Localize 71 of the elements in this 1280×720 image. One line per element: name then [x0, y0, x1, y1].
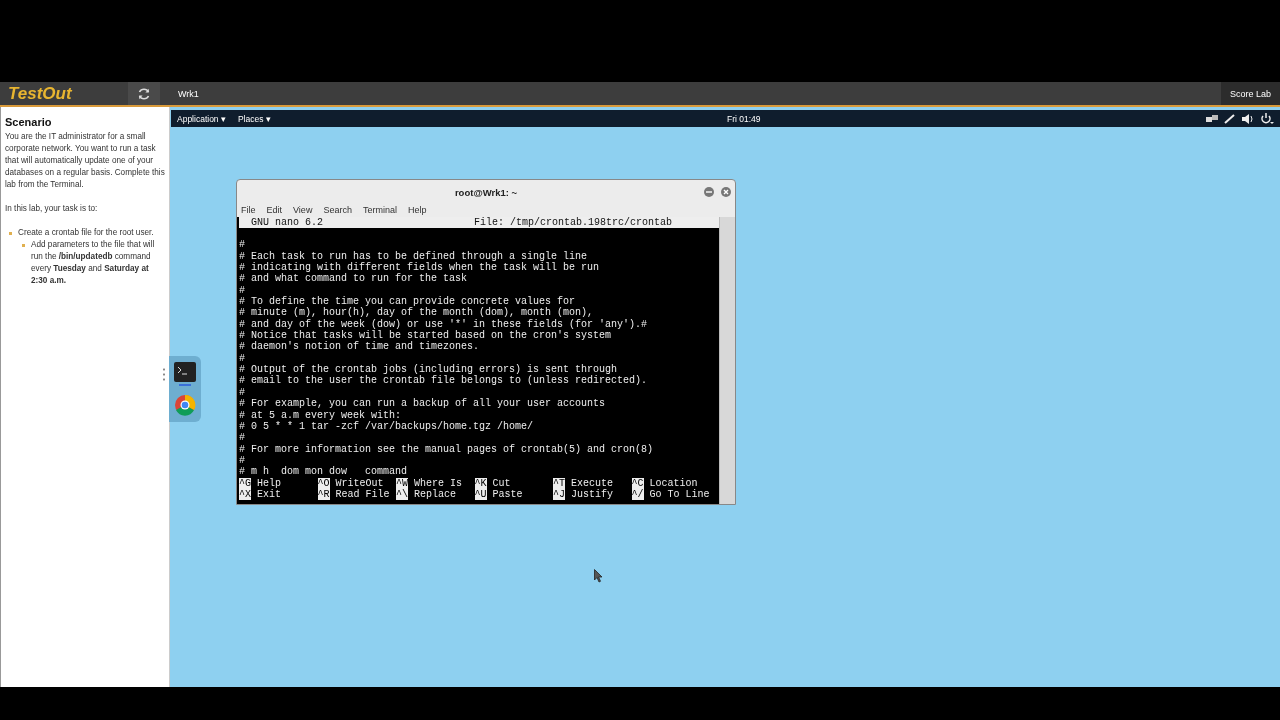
shortcut-label: Go To Line [649, 488, 710, 501]
terminal-line: # Each task to run has to be defined through a single line [239, 250, 589, 262]
menu-item[interactable]: View [293, 204, 313, 215]
terminal-line: # daemon's notion of time and timezones. [239, 341, 481, 353]
logo: TestOut [7, 83, 73, 104]
shortcut-key: ^K [474, 477, 487, 489]
terminal-line: # For more information see the manual pages of crontab(5) and cron(8) [239, 443, 655, 455]
pen-icon[interactable] [1224, 113, 1236, 124]
menu-item[interactable]: Terminal [362, 204, 397, 215]
terminal-line: # [239, 432, 246, 444]
shortcut-label: Cut [492, 477, 511, 489]
terminal-line: # 0 5 * * 1 tar -zcf /var/backups/home.tgz /home/ [239, 420, 535, 433]
window-controls-icon[interactable] [703, 186, 733, 198]
panel-menu[interactable]: Application ▾ [177, 113, 226, 124]
power-icon[interactable] [1260, 112, 1274, 125]
drag-handle[interactable] [163, 367, 165, 381]
shortcut-label: Help [257, 477, 282, 489]
terminal-line: # minute (m), hour(h), day of the month (dom), month (mon), [239, 307, 595, 319]
menu-item[interactable]: Search [323, 204, 352, 215]
terminal-icon[interactable] [174, 362, 196, 386]
shortcut-label: Paste [492, 488, 523, 501]
scrollbar[interactable] [719, 217, 735, 505]
terminal-line: # [239, 352, 246, 365]
shortcut-label: Location [649, 477, 698, 489]
machine-tab[interactable]: Wrk1 [168, 88, 209, 99]
nano-file-name: File: /tmp/crontab.198trc/crontab [473, 217, 672, 228]
score-lab-button[interactable]: Score Lab [1220, 82, 1280, 105]
menu-item[interactable]: Edit [266, 204, 283, 215]
nano-version: GNU nano 6.2 [251, 217, 323, 228]
window-title: root@Wrk1: ~ [454, 187, 518, 198]
terminal-line: # [239, 239, 246, 251]
task-text: Add parameters to the file that will run the /bin/updatedb command every Tuesday and Saturday at 2:30 a.m. [31, 240, 155, 285]
scenario-title: Scenario [5, 116, 53, 128]
menu-item[interactable]: Help [407, 204, 427, 215]
shortcut-key: ^W [396, 477, 408, 489]
shortcut-key: ^T [553, 477, 565, 489]
shortcut-label: Replace [414, 488, 457, 501]
terminal-line: # Output of the crontab jobs (including errors) is sent through [239, 364, 618, 376]
scenario-text: In this lab, your task is to: [5, 203, 99, 215]
shortcut-label: Read File [335, 488, 390, 501]
terminal-line: # [239, 284, 246, 297]
terminal-line: # and what command to run for the task [239, 273, 469, 285]
refresh-icon [137, 86, 151, 101]
terminal-line: # email to the user the crontab file belongs to (unless redirected). [239, 375, 649, 387]
shortcut-label: Where Is [414, 477, 463, 489]
shortcut-label: Exit [257, 488, 282, 501]
terminal-line: # Notice that tasks will be started based on the cron's system [239, 330, 613, 342]
shortcut-label: Execute [571, 477, 614, 489]
shortcut-label: WriteOut [335, 477, 384, 489]
terminal-line: # [239, 386, 246, 399]
terminal-line: # indicating with different fields when the task will be run [239, 262, 601, 274]
terminal-line: # m h dom mon dow command [239, 466, 409, 478]
volume-icon[interactable] [1242, 113, 1254, 124]
terminal-line: # To define the time you can provide concrete values for [239, 296, 576, 308]
shortcut-key: ^O [317, 477, 330, 489]
terminal-line: # at 5 a.m every week with: [239, 409, 403, 421]
refresh-button[interactable] [128, 82, 160, 105]
shortcut-key: ^G [239, 477, 251, 489]
shortcut-key: ^C [631, 477, 644, 489]
menu-item[interactable]: File [241, 204, 256, 215]
terminal-line: # and day of the week (dow) or use '*' in these fields (for 'any').# [239, 318, 649, 330]
panel-menu[interactable]: Places ▾ [237, 113, 271, 124]
shortcut-label: Justify [571, 488, 614, 501]
terminal-line: # For example, you can run a backup of all your user accounts [239, 398, 607, 410]
network-icon[interactable] [1206, 113, 1218, 124]
pointer-icon [594, 569, 604, 583]
scenario-text: You are the IT administrator for a small corporate network. You want to run a task that will automatically update one of your databases on a regular basis. Complete this lab from the Terminal. [5, 131, 165, 191]
task-text: Create a crontab file for the root user. [18, 228, 154, 237]
terminal-line: # [239, 454, 246, 467]
clock: Fri 01:49 [727, 113, 761, 124]
browser-icon[interactable] [174, 394, 196, 416]
